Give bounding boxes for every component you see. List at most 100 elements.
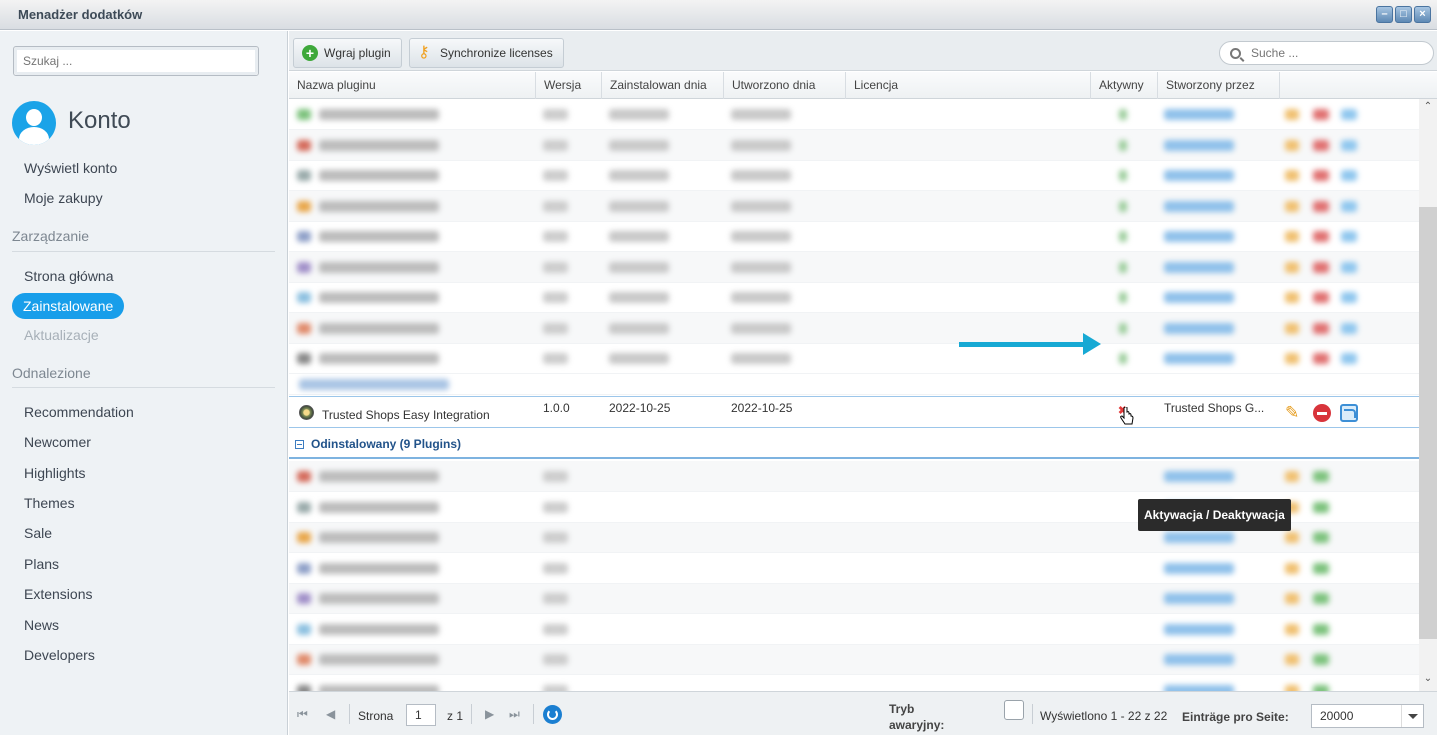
- table-row[interactable]: [289, 614, 1419, 645]
- sidebar-item-recommendation[interactable]: Recommendation: [24, 404, 134, 420]
- upload-plugin-button[interactable]: + Wgraj plugin: [293, 38, 402, 68]
- blurred-cell: [297, 593, 311, 604]
- plugin-created-date: 2022-10-25: [731, 401, 793, 415]
- blurred-cell: [543, 623, 568, 635]
- window-controls: – □ ×: [1376, 6, 1431, 23]
- blurred-cell: [1164, 353, 1234, 364]
- blurred-cell: [731, 231, 791, 242]
- sidebar: Konto Wyświetl konto Moje zakupy Zarządz…: [0, 31, 288, 735]
- scroll-thumb[interactable]: [1419, 207, 1437, 639]
- blurred-cell: [1164, 170, 1234, 181]
- key-icon: ⚷: [418, 44, 430, 61]
- maximize-icon[interactable]: □: [1395, 6, 1412, 23]
- blurred-cell: [1313, 353, 1329, 364]
- blurred-cell: [1164, 532, 1234, 543]
- next-page-icon[interactable]: ▶: [485, 707, 494, 721]
- table-row[interactable]: [289, 160, 1419, 191]
- scroll-down-icon[interactable]: ⌄: [1419, 673, 1437, 689]
- blurred-cell: [543, 170, 568, 181]
- uninstall-icon[interactable]: [1313, 404, 1331, 422]
- blurred-cell: [1164, 593, 1234, 604]
- group-uninstalled[interactable]: Odinstalowany (9 Plugins): [289, 429, 1419, 459]
- sidebar-item-highlights[interactable]: Highlights: [24, 465, 85, 481]
- blurred-cell: [543, 353, 568, 364]
- blurred-cell: [1164, 261, 1234, 273]
- col-installed[interactable]: Zainstalowan dnia: [602, 72, 724, 99]
- col-author[interactable]: Stworzony przez: [1158, 72, 1280, 99]
- blurred-cell: [1341, 139, 1357, 151]
- col-version[interactable]: Wersja: [536, 72, 602, 99]
- blurred-cell: [543, 501, 568, 513]
- table-row-trusted-shops[interactable]: Trusted Shops Easy Integration 1.0.0 202…: [289, 396, 1419, 428]
- refresh-icon[interactable]: [543, 705, 562, 724]
- table-row[interactable]: [289, 644, 1419, 675]
- blurred-cell: [1285, 322, 1299, 334]
- table-row[interactable]: [289, 583, 1419, 614]
- sidebar-item-newcomer[interactable]: Newcomer: [24, 434, 91, 450]
- col-created[interactable]: Utworzono dnia: [724, 72, 846, 99]
- table-row[interactable]: [289, 129, 1419, 161]
- per-page-select[interactable]: 20000: [1311, 704, 1424, 728]
- vertical-scrollbar[interactable]: ⌃ ⌄: [1419, 99, 1437, 691]
- chevron-down-icon[interactable]: [1401, 705, 1423, 727]
- plugin-icon: [299, 405, 314, 420]
- col-active[interactable]: Aktywny: [1091, 72, 1158, 99]
- blurred-cell: [1341, 353, 1357, 364]
- minimize-icon[interactable]: –: [1376, 6, 1393, 23]
- sidebar-item-installed[interactable]: Zainstalowane: [12, 293, 125, 319]
- sidebar-item-themes[interactable]: Themes: [24, 495, 75, 511]
- col-license[interactable]: Licencja: [846, 72, 1091, 99]
- blurred-cell: [1341, 292, 1357, 303]
- table-row[interactable]: [289, 343, 1419, 374]
- blurred-cell: [609, 353, 669, 364]
- table-row[interactable]: [289, 553, 1419, 584]
- table-row[interactable]: [289, 221, 1419, 252]
- last-page-icon[interactable]: ⏭: [509, 707, 520, 722]
- close-icon[interactable]: ×: [1414, 6, 1431, 23]
- table-row[interactable]: [289, 461, 1419, 492]
- first-page-icon[interactable]: ⏮: [297, 707, 308, 722]
- sidebar-item-news[interactable]: News: [24, 617, 59, 633]
- update-icon[interactable]: [1340, 404, 1358, 422]
- safe-mode-checkbox[interactable]: [1004, 700, 1024, 720]
- divider: [12, 251, 275, 252]
- blurred-cell: [543, 532, 568, 543]
- grid-search-input[interactable]: [1251, 46, 1411, 60]
- blurred-cell: [1119, 322, 1127, 334]
- edit-icon[interactable]: ✎: [1285, 404, 1303, 422]
- col-name[interactable]: Nazwa pluginu: [289, 72, 536, 99]
- blurred-cell: [1313, 501, 1329, 513]
- blurred-cell: [609, 200, 669, 212]
- sidebar-item-plans[interactable]: Plans: [24, 556, 59, 572]
- sidebar-item-extensions[interactable]: Extensions: [24, 586, 92, 602]
- divider: [12, 387, 275, 388]
- sidebar-item-home[interactable]: Strona główna: [24, 268, 114, 284]
- blurred-cell: [543, 109, 568, 120]
- collapse-icon[interactable]: [295, 440, 304, 449]
- blurred-cell: [319, 593, 439, 604]
- prev-page-icon[interactable]: ◀: [326, 707, 335, 721]
- sidebar-item-purchases[interactable]: Moje zakupy: [24, 190, 103, 206]
- search-icon: [1230, 47, 1241, 59]
- blurred-cell: [731, 109, 791, 120]
- section-found: Odnalezione: [12, 365, 91, 381]
- plugin-author-link[interactable]: Trusted Shops G...: [1164, 401, 1264, 415]
- page-input[interactable]: 1: [406, 704, 436, 726]
- table-row[interactable]: [289, 99, 1419, 130]
- sidebar-search-input[interactable]: [14, 47, 258, 75]
- sidebar-item-developers[interactable]: Developers: [24, 647, 95, 663]
- blurred-cell: [1313, 261, 1329, 273]
- scroll-up-icon[interactable]: ⌃: [1419, 101, 1437, 117]
- page-label: Strona: [358, 709, 394, 723]
- table-row[interactable]: [289, 190, 1419, 222]
- blurred-cell: [297, 322, 311, 334]
- blurred-cell: [1341, 231, 1357, 242]
- table-row[interactable]: [289, 251, 1419, 283]
- sidebar-item-view-account[interactable]: Wyświetl konto: [24, 160, 117, 176]
- sync-licenses-button[interactable]: ⚷ Synchronize licenses: [409, 38, 564, 68]
- table-row[interactable]: [289, 312, 1419, 344]
- divider: [349, 704, 350, 724]
- table-row[interactable]: [289, 282, 1419, 313]
- table-row[interactable]: [289, 675, 1419, 691]
- sidebar-item-sale[interactable]: Sale: [24, 525, 52, 541]
